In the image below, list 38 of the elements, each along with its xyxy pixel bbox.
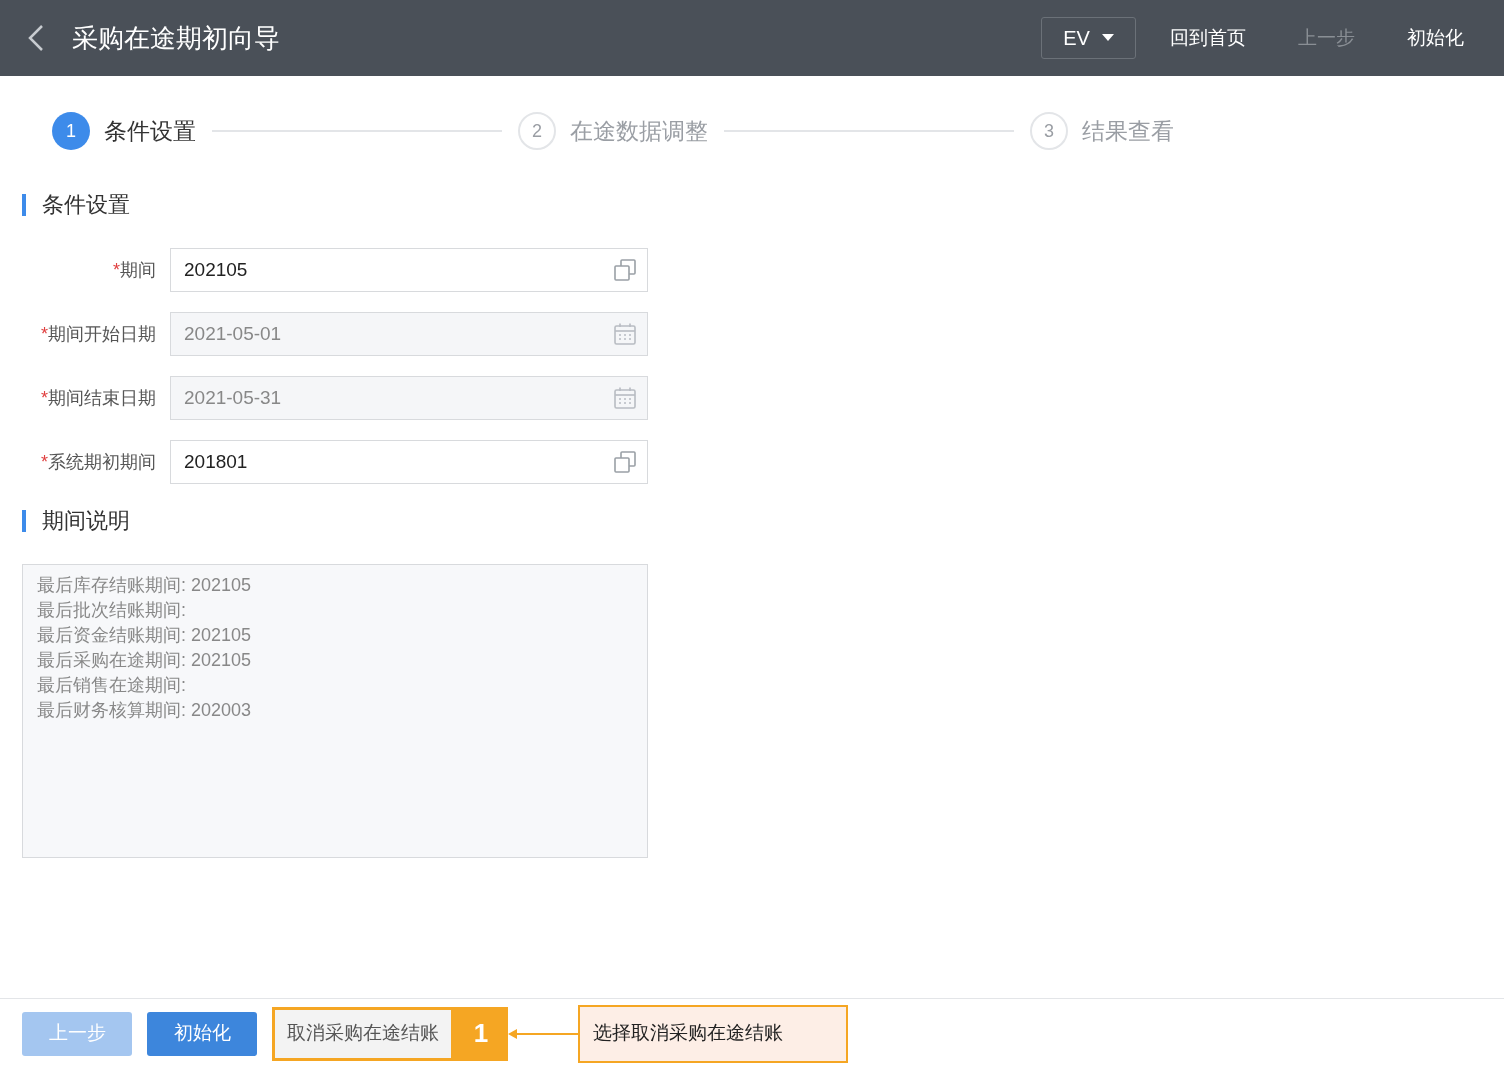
caret-icon (1101, 34, 1114, 42)
field-label: 期间结束日期 (48, 386, 156, 410)
note-line: 最后批次结账期间: (37, 599, 186, 622)
required-mark: * (41, 386, 48, 410)
footer-button[interactable]: 取消采购在途结账 (272, 1006, 454, 1061)
input-field[interactable]: 202105 (170, 248, 648, 292)
ev-dropdown[interactable]: EV (1041, 17, 1136, 59)
step-label[interactable]: 结果查看 (1082, 113, 1174, 149)
copy-icon[interactable] (613, 450, 637, 474)
step-label[interactable]: 在途数据调整 (570, 113, 708, 149)
section-heading: 条件设置 (42, 191, 130, 219)
step-number: 3 (1030, 112, 1068, 150)
header-action[interactable]: 初始化 (1407, 23, 1464, 53)
note-line: 最后采购在途期间: 202105 (37, 649, 252, 672)
step-number: 2 (518, 112, 556, 150)
note-line: 最后资金结账期间: 202105 (37, 624, 252, 647)
step-badge: 1 (454, 1006, 508, 1061)
step-number: 1 (52, 112, 90, 150)
header-action[interactable]: 回到首页 (1170, 23, 1246, 53)
required-mark: * (41, 322, 48, 346)
field-label: 期间 (120, 258, 156, 282)
leader-arrow (508, 1027, 578, 1040)
section-heading: 期间说明 (42, 507, 130, 535)
note-line: 最后库存结账期间: 202105 (37, 574, 252, 597)
required-mark: * (41, 450, 48, 474)
callout-note: 选择取消采购在途结账 (578, 1004, 848, 1063)
note-line: 最后财务核算期间: 202003 (37, 699, 252, 722)
note-line: 最后销售在途期间: (37, 674, 186, 697)
field-label: 系统期初期间 (48, 450, 156, 474)
step-label[interactable]: 条件设置 (104, 113, 196, 149)
required-mark: * (113, 258, 120, 282)
notes-box[interactable]: 最后库存结账期间: 202105 最后批次结账期间: 最后资金结账期间: 202105 最后采购在途期间: 202105 最后销售在途期间: 最后财务核算期间: 202003 (22, 564, 648, 858)
copy-icon[interactable] (613, 258, 637, 282)
footer-button[interactable]: 初始化 (147, 1011, 257, 1056)
input-field[interactable]: 201801 (170, 440, 648, 484)
back-icon[interactable] (26, 24, 46, 52)
field-label: 期间开始日期 (48, 322, 156, 346)
page-title: 采购在途期初向导 (72, 21, 280, 55)
